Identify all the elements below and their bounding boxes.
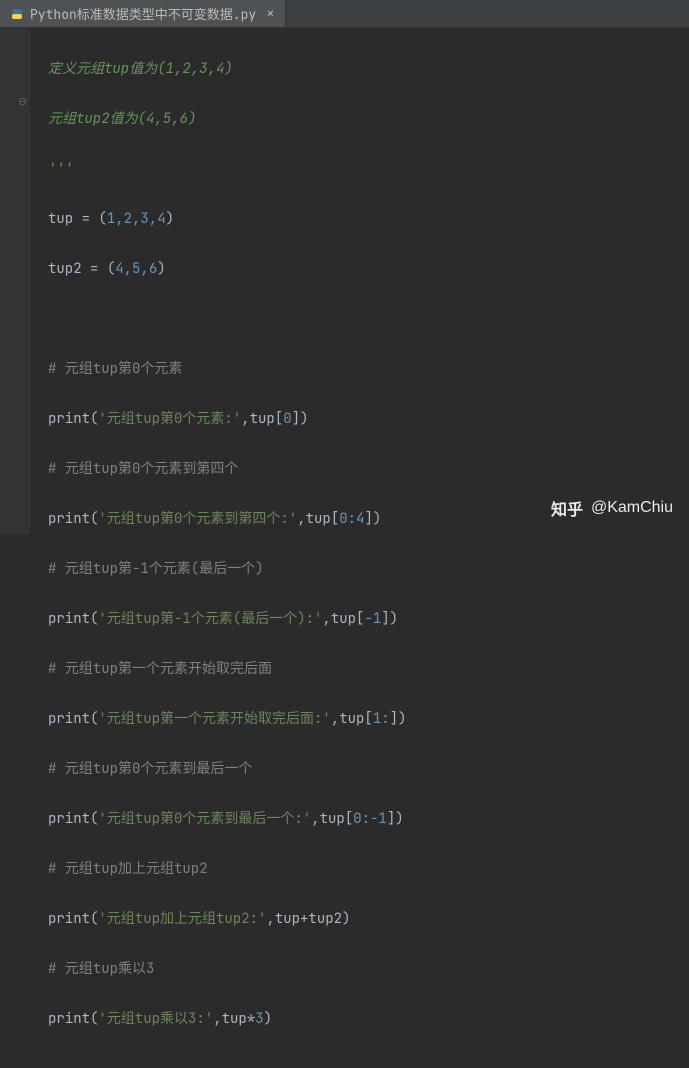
tab-bar: Python标准数据类型中不可变数据.py ×: [0, 0, 689, 28]
close-icon[interactable]: ×: [266, 5, 274, 23]
docstring-line: 定义元组tup值为(1,2,3,4): [48, 57, 233, 82]
comment: # 元组tup乘以3: [48, 957, 154, 982]
comment: # 元组tup第0个元素到第四个: [48, 457, 238, 482]
watermark-user: @KamChiu: [591, 499, 673, 517]
comment: # 元组tup第0个元素到最后一个: [48, 757, 252, 782]
editor-tab[interactable]: Python标准数据类型中不可变数据.py ×: [0, 0, 286, 27]
watermark: 知乎 @KamChiu: [551, 496, 673, 520]
code-content[interactable]: 定义元组tup值为(1,2,3,4) 元组tup2值为(4,5,6) ''' t…: [30, 28, 406, 534]
python-file-icon: [10, 7, 24, 21]
variable: tup: [48, 207, 73, 232]
comment: # 元组tup加上元组tup2: [48, 857, 208, 882]
editor-area: ⊖ 定义元组tup值为(1,2,3,4) 元组tup2值为(4,5,6) '''…: [0, 28, 689, 534]
tab-filename: Python标准数据类型中不可变数据.py: [30, 4, 256, 23]
docstring-line: 元组tup2值为(4,5,6): [48, 107, 196, 132]
variable: tup2: [48, 257, 82, 282]
fold-icon[interactable]: ⊖: [18, 95, 27, 109]
comment: # 元组tup第一个元素开始取完后面: [48, 657, 272, 682]
print-call: print: [48, 407, 90, 432]
comment: # 元组tup第-1个元素(最后一个): [48, 557, 264, 582]
zhihu-icon: 知乎: [551, 496, 583, 520]
comment: # 元组tup第0个元素: [48, 357, 182, 382]
docstring-end: ''': [48, 157, 73, 182]
